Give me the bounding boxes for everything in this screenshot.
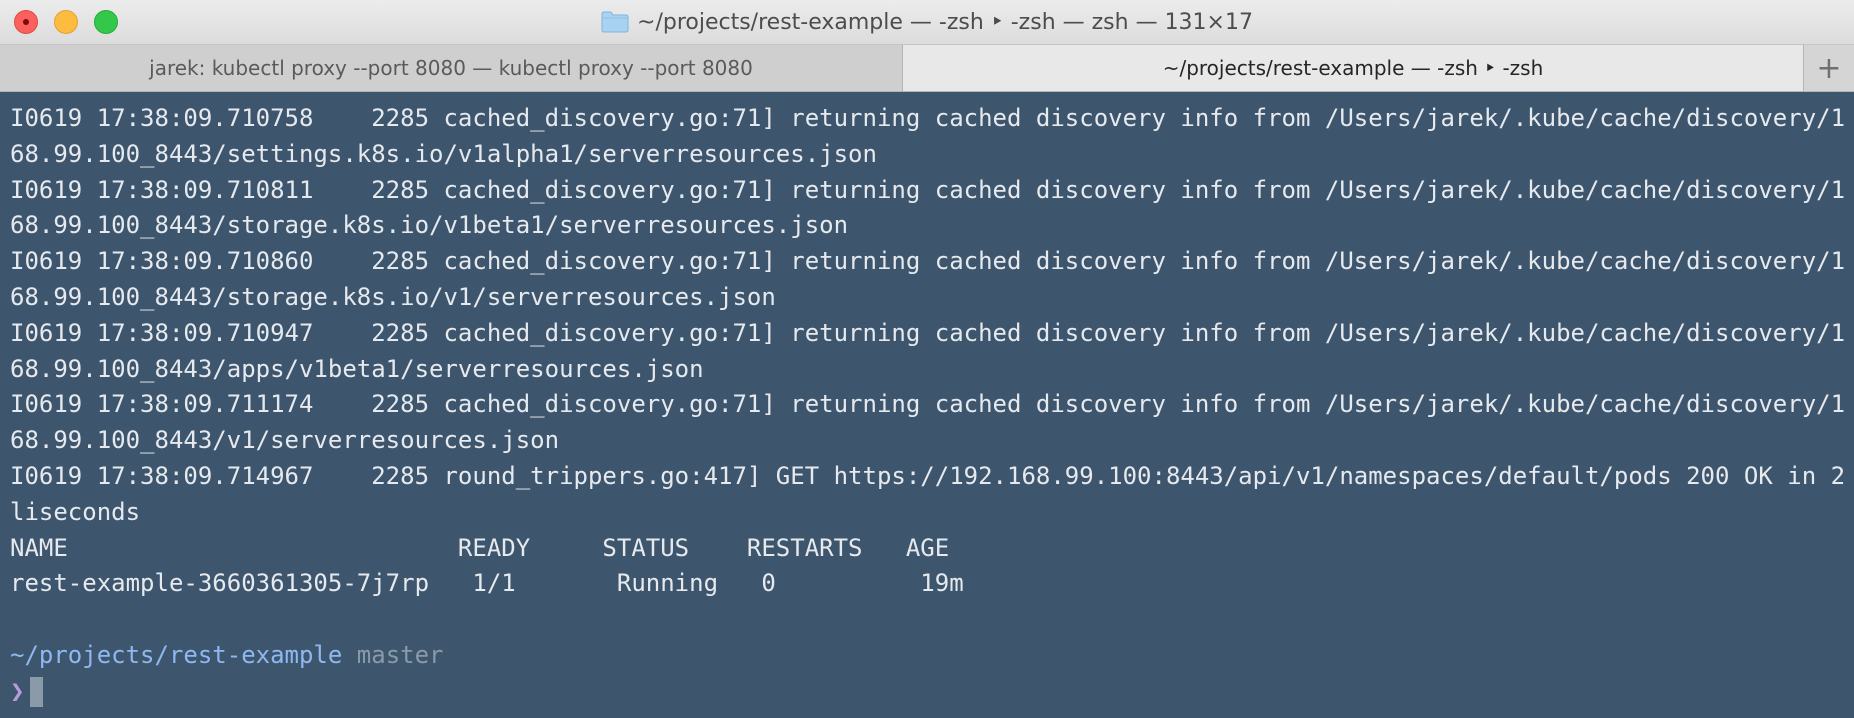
output-line: 68.99.100_8443/v1/serverresources.json xyxy=(10,426,560,455)
window-title-group: ~/projects/rest-example — -zsh ‣ -zsh — … xyxy=(601,10,1253,35)
output-line: I0619 17:38:09.710947 2285 cached_discov… xyxy=(10,318,1844,347)
output-line: 68.99.100_8443/settings.k8s.io/v1alpha1/… xyxy=(10,139,877,168)
new-tab-button[interactable]: + xyxy=(1803,45,1854,91)
folder-icon xyxy=(601,11,629,33)
terminal-output[interactable]: I0619 17:38:09.710758 2285 cached_discov… xyxy=(0,92,1854,718)
input-line[interactable]: ❯ xyxy=(10,674,1844,710)
output-line: 68.99.100_8443/storage.k8s.io/v1beta1/se… xyxy=(10,211,849,240)
output-line: I0619 17:38:09.714967 2285 round_tripper… xyxy=(10,461,1844,490)
title-bar[interactable]: ~/projects/rest-example — -zsh ‣ -zsh — … xyxy=(0,0,1854,44)
prompt-line: ~/projects/rest-example master xyxy=(10,638,1844,674)
window-title: ~/projects/rest-example — -zsh ‣ -zsh — … xyxy=(637,9,1253,35)
pods-table-row: rest-example-3660361305-7j7rp 1/1 Runnin… xyxy=(10,569,964,598)
output-line: I0619 17:38:09.710758 2285 cached_discov… xyxy=(10,104,1844,132)
close-window-button[interactable] xyxy=(14,10,38,34)
text-cursor[interactable] xyxy=(30,676,44,707)
output-line: 68.99.100_8443/storage.k8s.io/v1/serverr… xyxy=(10,282,776,311)
output-line: 68.99.100_8443/apps/v1beta1/serverresour… xyxy=(10,354,704,383)
terminal-window: ~/projects/rest-example — -zsh ‣ -zsh — … xyxy=(0,0,1854,718)
minimize-window-button[interactable] xyxy=(54,10,78,34)
output-line: liseconds xyxy=(10,497,141,526)
git-branch: master xyxy=(356,640,444,669)
tab-rest-example[interactable]: ~/projects/rest-example — -zsh ‣ -zsh xyxy=(903,45,1803,91)
prompt-path: ~/projects/rest-example xyxy=(10,640,343,669)
prompt-chevron-icon: ❯ xyxy=(10,676,25,705)
output-line: I0619 17:38:09.711174 2285 cached_discov… xyxy=(10,390,1844,419)
zoom-window-button[interactable] xyxy=(94,10,118,34)
tab-kubectl-proxy[interactable]: jarek: kubectl proxy --port 8080 — kubec… xyxy=(0,45,903,91)
tab-bar: jarek: kubectl proxy --port 8080 — kubec… xyxy=(0,44,1854,92)
output-line: I0619 17:38:09.710811 2285 cached_discov… xyxy=(10,175,1844,204)
pods-table-header: NAME READY STATUS RESTARTS AGE xyxy=(10,533,950,562)
output-line: I0619 17:38:09.710860 2285 cached_discov… xyxy=(10,247,1844,276)
